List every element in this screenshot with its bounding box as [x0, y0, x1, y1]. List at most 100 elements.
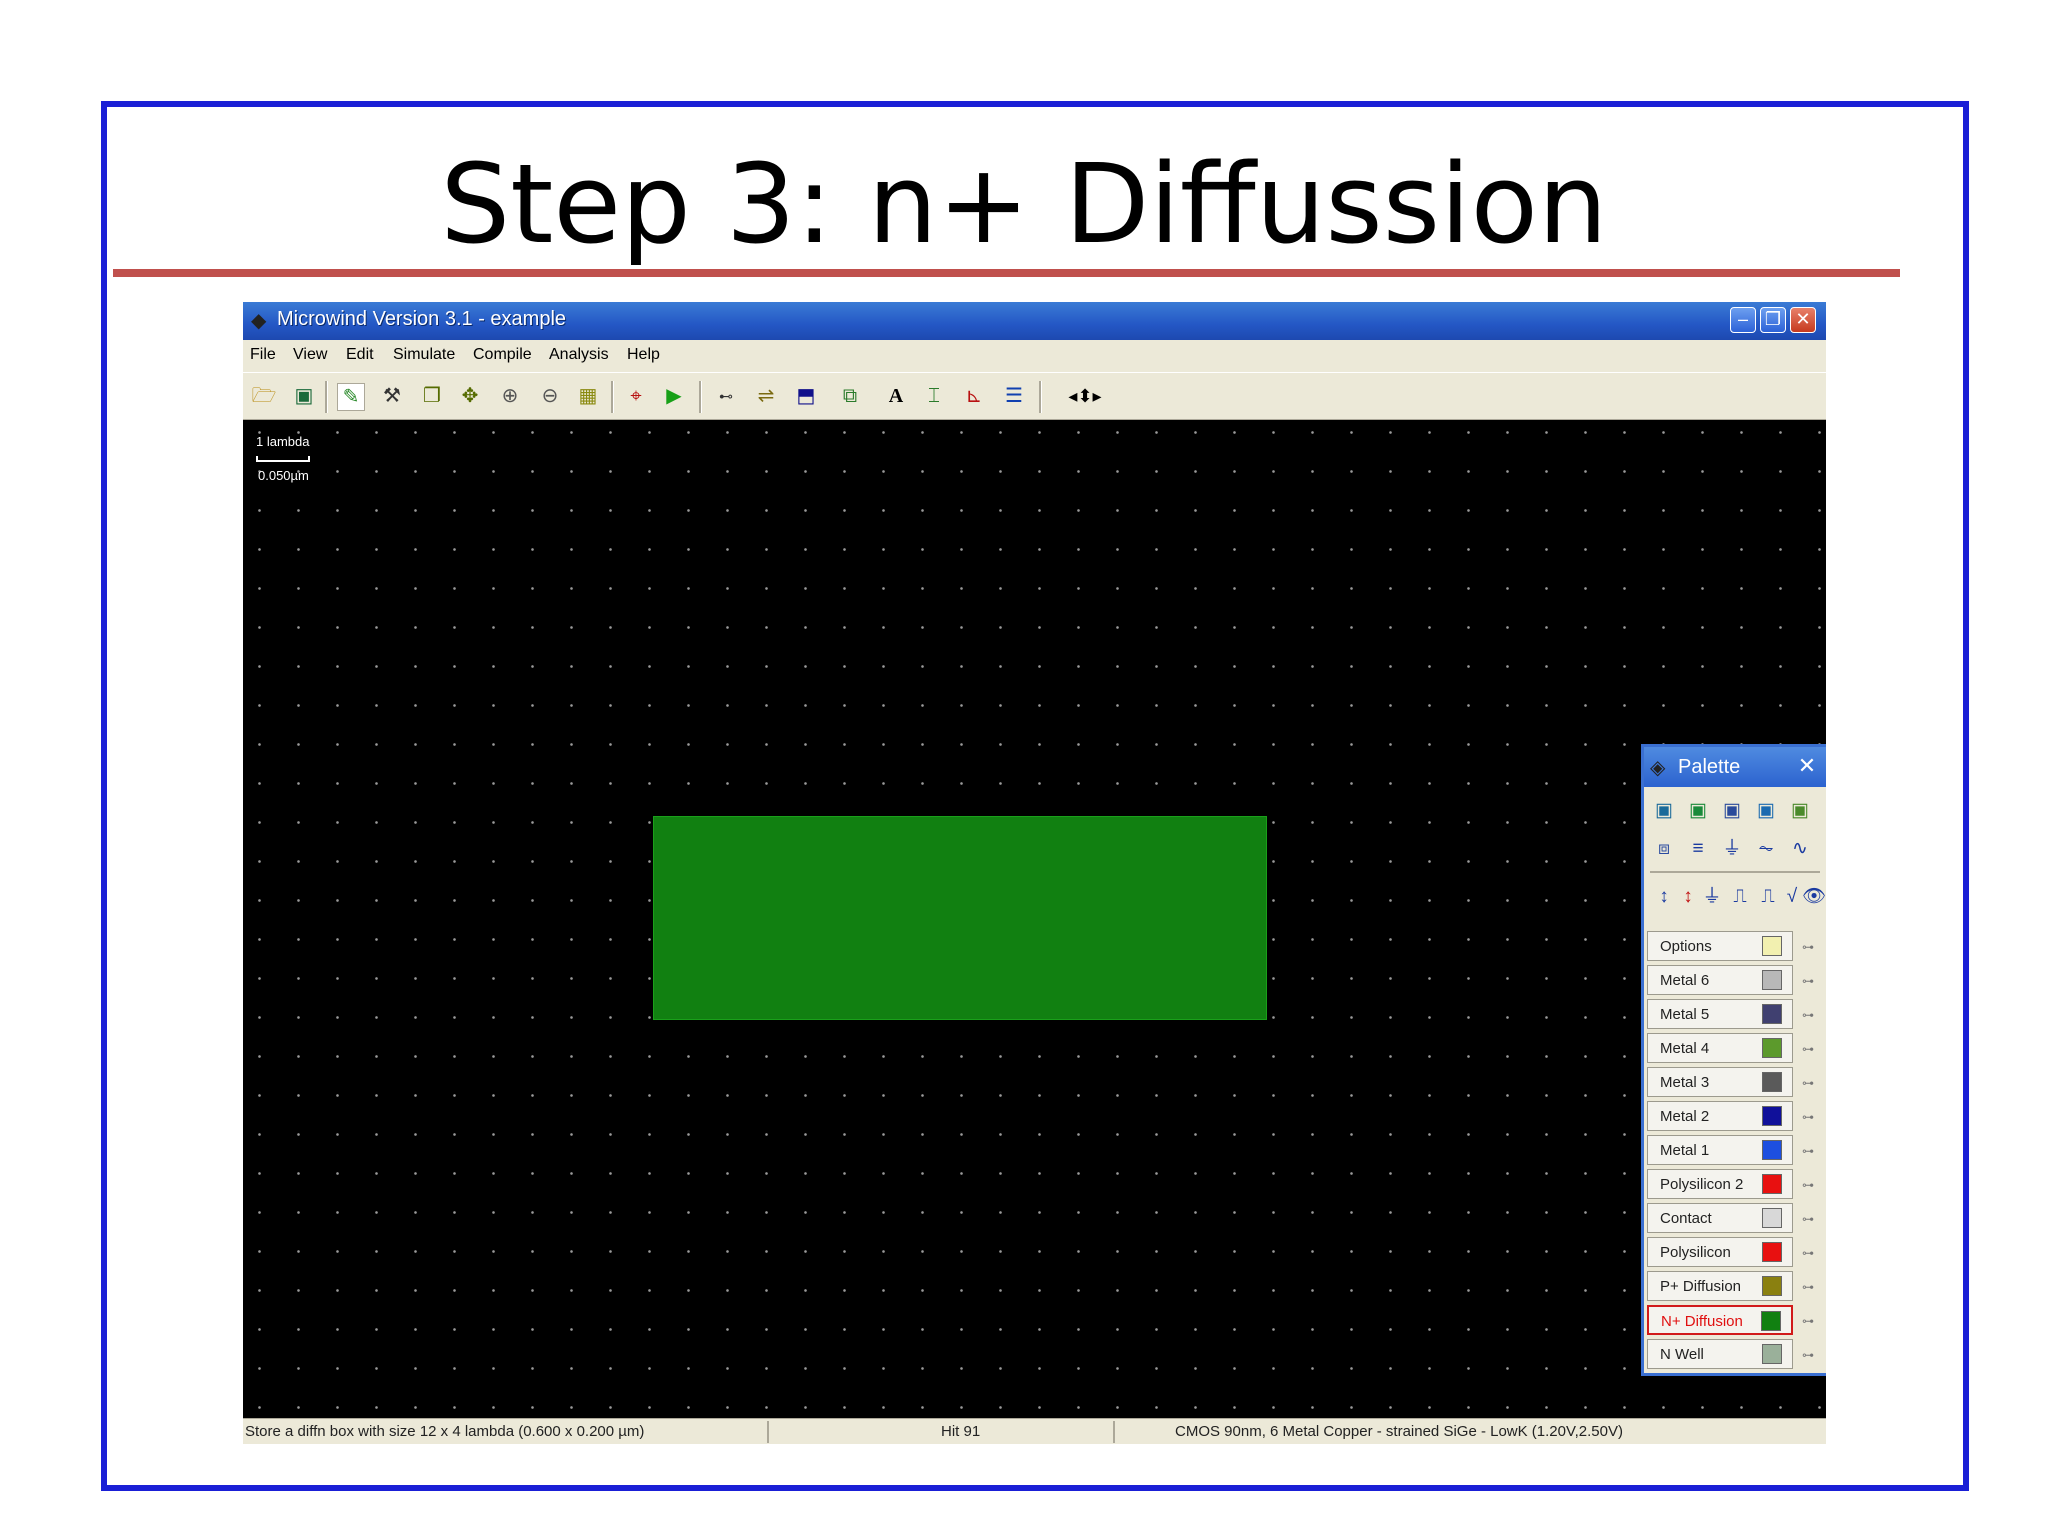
palette-titlebar[interactable]: ◈ Palette ✕ [1644, 747, 1826, 787]
layer-protect-icon[interactable]: ⊶ [1802, 1009, 1820, 1021]
layer-swatch [1762, 1140, 1782, 1160]
close-button[interactable]: ✕ [1790, 307, 1816, 333]
cross-section-icon[interactable]: ⌖ [623, 383, 649, 409]
connect-icon[interactable]: ⚒ [379, 383, 405, 409]
layer-swatch [1762, 1174, 1782, 1194]
draw-box-icon[interactable]: ✎ [337, 383, 365, 411]
layer-button[interactable]: Metal 2 [1647, 1101, 1793, 1131]
layer-protect-icon[interactable]: ⊶ [1802, 975, 1820, 987]
layer-protect-icon[interactable]: ⊶ [1802, 1145, 1820, 1157]
layer-swatch [1762, 1242, 1782, 1262]
layer-label: Options [1660, 938, 1712, 955]
layer-label: Metal 2 [1660, 1108, 1710, 1125]
menu-file[interactable]: File [250, 346, 276, 364]
palette-divider [1650, 871, 1820, 873]
layer-button[interactable]: Polysilicon [1647, 1237, 1793, 1267]
scale-value: 0.050µm [258, 468, 309, 483]
status-technology: CMOS 90nm, 6 Metal Copper - strained SiG… [1175, 1423, 1623, 1440]
via-icon[interactable]: ▣ [1786, 797, 1814, 825]
copy-icon[interactable]: ❐ [419, 383, 445, 409]
ndiffusion-box[interactable] [653, 816, 1267, 1020]
menu-simulate[interactable]: Simulate [393, 346, 455, 364]
layers-icon[interactable]: ☰ [1001, 383, 1027, 409]
measure-icon[interactable]: ⊷ [713, 383, 739, 409]
menu-analysis[interactable]: Analysis [549, 346, 609, 364]
open-icon[interactable]: 🗁 [251, 383, 277, 409]
layer-swatch [1761, 1311, 1781, 1331]
layer-swatch [1762, 1038, 1782, 1058]
save-icon[interactable]: ▣ [291, 383, 317, 409]
pmos-icon[interactable]: ▣ [1684, 797, 1712, 825]
layer-protect-icon[interactable]: ⊶ [1802, 1349, 1820, 1361]
layer-button[interactable]: Metal 6 [1647, 965, 1793, 995]
layer-protect-icon[interactable]: ⊶ [1802, 1315, 1820, 1327]
layer-swatch [1762, 1276, 1782, 1296]
layer-label: Metal 5 [1660, 1006, 1710, 1023]
palette-title: Palette [1678, 756, 1741, 778]
layer-button[interactable]: Contact [1647, 1203, 1793, 1233]
waveform-icon[interactable]: ⊾ [961, 383, 987, 409]
inductor-icon[interactable]: ∿ [1786, 835, 1814, 863]
layer-button[interactable]: Options [1647, 931, 1793, 961]
menu-help[interactable]: Help [627, 346, 660, 364]
layer-button[interactable]: N+ Diffusion [1647, 1305, 1793, 1335]
layer-label: Metal 4 [1660, 1040, 1710, 1057]
zoom-out-icon[interactable]: ⊖ [537, 383, 563, 409]
window-titlebar[interactable]: ◆ Microwind Version 3.1 - example – ❐ ✕ [243, 302, 1826, 340]
move-icon[interactable]: ✥ [457, 383, 483, 409]
zoom-in-icon[interactable]: ⊕ [497, 383, 523, 409]
layer-protect-icon[interactable]: ⊶ [1802, 1281, 1820, 1293]
layer-protect-icon[interactable]: ⊶ [1802, 1213, 1820, 1225]
palette-panel: ◈ Palette ✕ ▣ ▣ ▣ ▣ ▣ ⧈ ≡ ⏚ ⏦ ∿ ↕ ↕ ⏚ ⎍ … [1641, 744, 1826, 1376]
layer-swatch [1762, 1072, 1782, 1092]
restore-button[interactable]: ❐ [1760, 307, 1786, 333]
pad-icon[interactable]: ⧈ [1650, 835, 1678, 863]
layer-button[interactable]: Metal 5 [1647, 999, 1793, 1029]
3d-view-icon[interactable]: ⬒ [793, 383, 819, 409]
resistor-icon[interactable]: ⏦ [1752, 835, 1780, 863]
menu-view[interactable]: View [293, 346, 327, 364]
layer-button[interactable]: Metal 4 [1647, 1033, 1793, 1063]
layer-protect-icon[interactable]: ⊶ [1802, 1247, 1820, 1259]
layer-swatch [1762, 936, 1782, 956]
status-bar: Store a diffn box with size 12 x 4 lambd… [243, 1418, 1826, 1444]
status-divider [767, 1421, 769, 1443]
visible-icon[interactable]: 👁 [1800, 883, 1826, 911]
layer-protect-icon[interactable]: ⊶ [1802, 1077, 1820, 1089]
layer-button[interactable]: N Well [1647, 1339, 1793, 1369]
toolbar-separator [611, 381, 614, 413]
menu-edit[interactable]: Edit [346, 346, 374, 364]
microwind-app-icon: ◆ [251, 310, 267, 332]
scale-indicator: 1 lambda 0.050µm [256, 434, 310, 483]
layer-label: Contact [1660, 1210, 1712, 1227]
stretch-icon[interactable]: ⇌ [753, 383, 779, 409]
layout-canvas[interactable]: 1 lambda 0.050µm [243, 420, 1826, 1418]
layer-protect-icon[interactable]: ⊶ [1802, 1111, 1820, 1123]
scroll-arrows-icon[interactable]: ◂⬍▸ [1055, 383, 1115, 409]
toolbar-separator [1039, 381, 1042, 413]
layer-button[interactable]: P+ Diffusion [1647, 1271, 1793, 1301]
capacitor-icon[interactable]: ≡ [1684, 835, 1712, 863]
palette-close-icon[interactable]: ✕ [1794, 753, 1820, 779]
layer-protect-icon[interactable]: ⊶ [1802, 1179, 1820, 1191]
layer-protect-icon[interactable]: ⊶ [1802, 941, 1820, 953]
protect-icon[interactable]: ⌶ [921, 383, 947, 409]
menu-compile[interactable]: Compile [473, 346, 532, 364]
pads-icon[interactable]: ⧉ [837, 383, 863, 409]
node-icon[interactable]: ⏚ [1698, 883, 1726, 911]
contact-icon[interactable]: ▣ [1752, 797, 1780, 825]
layer-button[interactable]: Metal 3 [1647, 1067, 1793, 1097]
layer-protect-icon[interactable]: ⊶ [1802, 1043, 1820, 1055]
microwind-window: ◆ Microwind Version 3.1 - example – ❐ ✕ … [243, 302, 1826, 1444]
clock-icon[interactable]: ⎍ [1726, 883, 1754, 911]
transistor-icon[interactable]: ▣ [1718, 797, 1746, 825]
ground-icon[interactable]: ⏚ [1718, 835, 1746, 863]
nmos-icon[interactable]: ▣ [1650, 797, 1678, 825]
layer-button[interactable]: Metal 1 [1647, 1135, 1793, 1165]
minimize-button[interactable]: – [1730, 307, 1756, 333]
layer-swatch [1762, 1344, 1782, 1364]
run-simulation-icon[interactable]: ▶ [661, 383, 687, 409]
layer-button[interactable]: Polysilicon 2 [1647, 1169, 1793, 1199]
text-icon[interactable]: A [883, 383, 909, 409]
view-all-icon[interactable]: ▦ [575, 383, 601, 409]
